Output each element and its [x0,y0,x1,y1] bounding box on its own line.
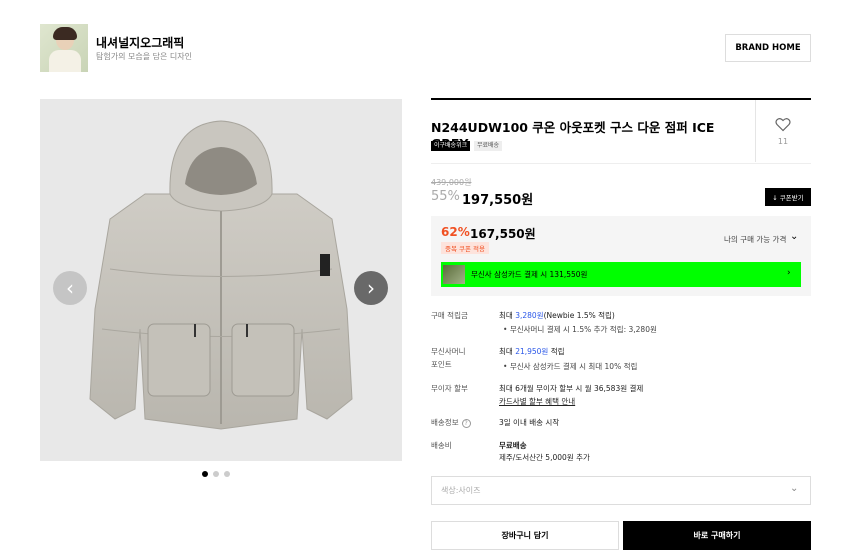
pagination-dot[interactable] [202,471,208,477]
card-thumbnail [443,265,465,284]
my-price-toggle[interactable]: 나의 구매 가능 가격 [724,234,786,245]
pagination-dot[interactable] [224,471,230,477]
buy-now-button[interactable]: 바로 구매하기 [623,521,811,550]
promo-tag: 이구배송위크 [431,141,471,151]
brand-home-button[interactable]: BRAND HOME [725,34,811,62]
fee-label: 배송비 [431,441,452,450]
product-image[interactable] [40,99,402,461]
points-amount: 3,280원 [515,311,544,320]
chevron-right-icon: › [367,276,375,300]
best-price-value: 167,550원 [470,227,536,241]
heart-icon [775,118,791,132]
money-suffix: 적립 [548,347,565,356]
installment-link[interactable]: 카드사별 할부 혜택 안내 [499,396,575,407]
money-bullet-text: 무신사 삼성카드 결제 시 최대 10% 적립 [509,362,638,371]
shipping-value: 3일 이내 배송 시작 [499,418,560,427]
like-count: 11 [777,137,789,146]
like-button[interactable] [771,117,795,136]
brand-description: 탐험가의 모습을 담은 디자인 [96,52,192,61]
best-price-percent: 62% [441,225,470,239]
money-label-1: 무신사머니 [431,347,466,356]
discount-percent: 55% [431,189,460,204]
shipping-label: 배송정보? [431,417,471,428]
gallery-prev-button[interactable]: ‹ [53,271,87,305]
help-icon[interactable]: ? [461,418,471,428]
points-suffix: (Newbie 1.5% 적립) [543,311,615,320]
option-select[interactable] [431,476,811,505]
title-like-divider [755,100,756,162]
money-prefix: 최대 [499,347,516,356]
coupon-button[interactable]: ↓ 쿠폰받기 [765,188,811,206]
money-bullet: • 무신사 삼성카드 결제 시 최대 10% 적립 [503,362,638,371]
gallery-next-button[interactable]: › [354,271,388,305]
shipping-label-text: 배송정보 [431,418,459,427]
points-bullet: • 무신사머니 결제 시 1.5% 추가 적립: 3,280원 [503,325,657,334]
pagination-dot[interactable] [213,471,219,477]
down-jacket-illustration [89,120,353,430]
title-divider [431,163,811,164]
original-price: 439,000원 [431,178,472,187]
installment-value: 최대 6개월 무이자 할부 시 월 36,583원 결제 [499,384,644,393]
card-promo-text: 무신사 삼성카드 결제 시 131,550원 [471,270,588,279]
chevron-left-icon: ‹ [66,276,74,300]
sale-price: 197,550원 [462,193,534,208]
fee-value: 무료배송 [499,441,527,450]
points-label: 구매 적립금 [431,311,468,320]
option-placeholder: 색상:사이즈 [441,486,481,495]
installment-label: 무이자 할부 [431,384,468,393]
chevron-down-icon: ⌄ [790,483,799,494]
money-value: 최대 21,950원 적립 [499,346,565,357]
chevron-right-icon: › [787,268,791,278]
fee-sub: 제주/도서산간 5,000원 추가 [499,453,590,462]
add-to-cart-button[interactable]: 장바구니 담기 [431,521,619,550]
points-bullet-text: 무신사머니 결제 시 1.5% 추가 적립: 3,280원 [509,325,657,334]
points-prefix: 최대 [499,311,516,320]
brand-name[interactable]: 내셔널지오그래픽 [96,34,184,51]
chevron-down-icon[interactable]: ⌄ [790,231,798,242]
money-amount: 21,950원 [515,347,549,356]
gallery-pagination [202,471,230,477]
free-shipping-tag: 무료배송 [474,141,503,151]
points-value: 최대 3,280원(Newbie 1.5% 적립) [499,310,615,321]
title-top-rule [431,98,811,100]
best-price-note: 중복 쿠폰 적용 [441,242,490,254]
money-label-2: 포인트 [431,360,452,369]
brand-logo[interactable] [40,24,88,72]
